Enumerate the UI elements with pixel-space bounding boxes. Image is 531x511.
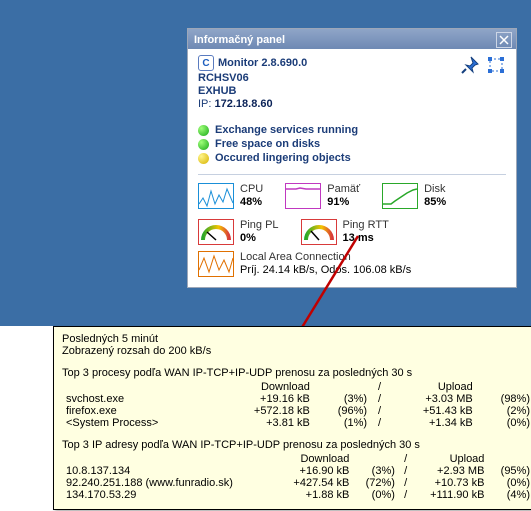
services-block: Exchange services running Free space on … [198, 124, 506, 164]
host-2: EXHUB [198, 85, 506, 97]
table-row: firefox.exe+572.18 kB(96%)/+51.43 kB(2%) [62, 405, 531, 417]
ip-value: 172.18.8.60 [215, 98, 273, 110]
proc-name: svchost.exe [62, 393, 216, 405]
metric-title: Pamäť [327, 183, 360, 196]
metric-title: CPU [240, 183, 263, 196]
ul-header: Upload [412, 453, 488, 465]
ip-dlp: (0%) [353, 489, 399, 501]
separator [198, 174, 506, 175]
memory-sparkline-icon [285, 183, 321, 209]
table-row: 134.170.53.29+1.88 kB(0%)/+111.90 kB(4%) [62, 489, 531, 501]
ip-ul: +10.73 kB [412, 477, 488, 489]
table-header: Download/Upload [62, 453, 531, 465]
service-label: Free space on disks [215, 138, 320, 150]
metric-ping-rtt[interactable]: Ping RTT13 ms [301, 219, 389, 245]
ip-ul: +2.93 MB [412, 465, 488, 477]
metrics-grid: CPU48% Pamäť91% Disk85% Ping PL0% Ping R… [198, 183, 506, 245]
service-row: Exchange services running [198, 124, 506, 136]
panel-title: Informačný panel [194, 34, 285, 46]
service-row: Free space on disks [198, 138, 506, 150]
metric-title: Ping PL [240, 219, 279, 232]
pin-icon[interactable] [460, 55, 480, 75]
proc-dlp: (3%) [314, 393, 371, 405]
proc-name: firefox.exe [62, 405, 216, 417]
ip-ulp: (95%) [488, 465, 531, 477]
ip-ulp: (4%) [488, 489, 531, 501]
proc-ul: +51.43 kB [388, 405, 477, 417]
proc-ulp: (2%) [477, 405, 531, 417]
close-icon[interactable] [496, 32, 512, 48]
metric-value: 48% [240, 196, 263, 209]
metric-title: Local Area Connection [240, 251, 411, 264]
metric-cpu[interactable]: CPU48% [198, 183, 263, 209]
metric-value: 91% [327, 196, 360, 209]
table-row: 10.8.137.134+16.90 kB(3%)/+2.93 MB(95%) [62, 465, 531, 477]
table-header: Download/Upload [62, 381, 531, 393]
metric-title: Ping RTT [343, 219, 389, 232]
tooltip-line1: Posledných 5 minút [62, 333, 531, 345]
ip-label: IP: [198, 98, 215, 110]
ip-dlp: (3%) [353, 465, 399, 477]
cpu-sparkline-icon [198, 183, 234, 209]
service-row: Occured lingering objects [198, 152, 506, 164]
gauge-icon [198, 219, 234, 245]
panel-header: C Monitor 2.8.690.0 RCHSV06 EXHUB IP: 17… [198, 55, 506, 110]
ip-dlp: (72%) [353, 477, 399, 489]
ip-line: IP: 172.18.8.60 [198, 98, 506, 110]
metric-network[interactable]: Local Area ConnectionPríj. 24.14 kB/s, O… [198, 251, 506, 277]
status-dot-green [198, 139, 209, 150]
titlebar[interactable]: Informačný panel [188, 29, 516, 49]
ip-name: 92.240.251.188 (www.funradio.sk) [62, 477, 275, 489]
ip-ulp: (0%) [488, 477, 531, 489]
metric-ping-pl[interactable]: Ping PL0% [198, 219, 279, 245]
metric-memory[interactable]: Pamäť91% [285, 183, 360, 209]
gauge-icon [301, 219, 337, 245]
desktop: Informačný panel C Monitor 2.8.690.0 [0, 0, 531, 326]
status-dot-green [198, 125, 209, 136]
app-name: Monitor 2.8.690.0 [218, 57, 307, 69]
table-row: svchost.exe+19.16 kB(3%)/+3.03 MB(98%) [62, 393, 531, 405]
selection-icon[interactable] [486, 55, 506, 75]
tooltip-panel: Posledných 5 minút Zobrazený rozsah do 2… [53, 326, 531, 510]
metric-disk[interactable]: Disk85% [382, 183, 446, 209]
metric-value: Príj. 24.14 kB/s, Odos. 106.08 kB/s [240, 264, 411, 277]
tooltip-line2: Zobrazený rozsah do 200 kB/s [62, 345, 531, 357]
ip-dl: +427.54 kB [275, 477, 353, 489]
metric-value: 13 ms [343, 232, 389, 245]
proc-ulp: (0%) [477, 417, 531, 429]
ip-name: 134.170.53.29 [62, 489, 275, 501]
metric-value: 85% [424, 196, 446, 209]
proc-ulp: (98%) [477, 393, 531, 405]
network-sparkline-icon [198, 251, 234, 277]
disk-sparkline-icon [382, 183, 418, 209]
service-label: Occured lingering objects [215, 152, 351, 164]
dl-header: Download [275, 453, 353, 465]
app-logo-icon: C [198, 55, 214, 71]
ip-section-title: Top 3 IP adresy podľa WAN IP-TCP+IP-UDP … [62, 439, 531, 451]
metric-title: Disk [424, 183, 446, 196]
proc-ul: +1.34 kB [388, 417, 477, 429]
service-label: Exchange services running [215, 124, 358, 136]
ip-table: Download/Upload 10.8.137.134+16.90 kB(3%… [62, 453, 531, 501]
table-row: 92.240.251.188 (www.funradio.sk)+427.54 … [62, 477, 531, 489]
ip-dl: +1.88 kB [275, 489, 353, 501]
ip-name: 10.8.137.134 [62, 465, 275, 477]
proc-dlp: (1%) [314, 417, 371, 429]
process-table: Download/Upload svchost.exe+19.16 kB(3%)… [62, 381, 531, 429]
proc-dlp: (96%) [314, 405, 371, 417]
proc-dl: +19.16 kB [216, 393, 314, 405]
ul-header: Upload [388, 381, 477, 393]
proc-ul: +3.03 MB [388, 393, 477, 405]
proc-section-title: Top 3 procesy podľa WAN IP-TCP+IP-UDP pr… [62, 367, 531, 379]
proc-dl: +3.81 kB [216, 417, 314, 429]
proc-dl: +572.18 kB [216, 405, 314, 417]
ip-ul: +111.90 kB [412, 489, 488, 501]
metric-value: 0% [240, 232, 279, 245]
info-panel: Informačný panel C Monitor 2.8.690.0 [187, 28, 517, 288]
table-row: <System Process>+3.81 kB(1%)/+1.34 kB(0%… [62, 417, 531, 429]
proc-name: <System Process> [62, 417, 216, 429]
status-dot-yellow [198, 153, 209, 164]
ip-dl: +16.90 kB [275, 465, 353, 477]
dl-header: Download [216, 381, 314, 393]
